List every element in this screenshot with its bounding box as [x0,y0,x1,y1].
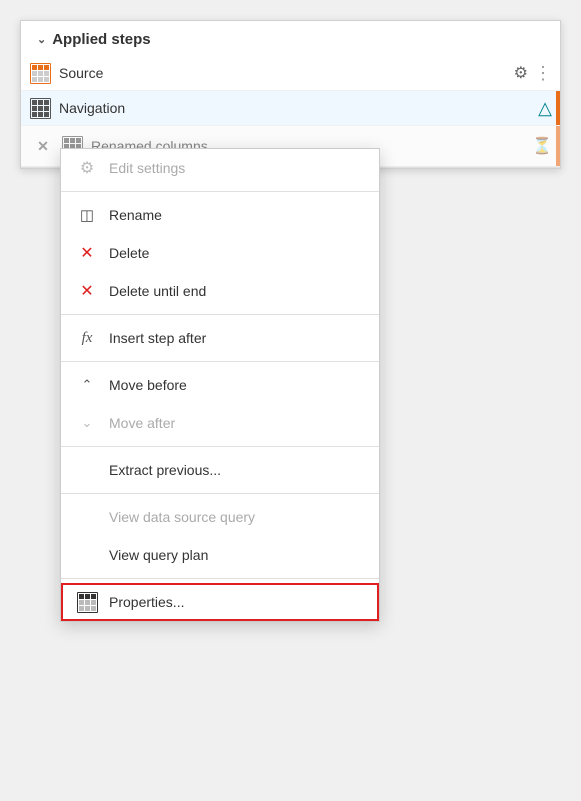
menu-item-move-after[interactable]: ⌄ Move after [61,404,379,442]
properties-label: Properties... [109,594,184,610]
renamed-border [556,126,560,166]
panel-title: Applied steps [52,31,150,48]
divider-1 [61,191,379,192]
rename-label: Rename [109,207,162,223]
step-item-navigation[interactable]: Navigation △ [21,91,560,126]
edit-settings-icon: ⚙ [77,158,97,178]
divider-6 [61,578,379,579]
source-cylinder-icon[interactable]: ⋮ [534,63,552,84]
view-data-source-query-icon [77,507,97,527]
delete-label: Delete [109,245,149,261]
source-step-icon [29,62,51,84]
source-gear-icon[interactable]: ⚙ [514,63,528,83]
menu-item-rename[interactable]: ◫ Rename [61,196,379,234]
source-step-actions: ⚙ ⋮ [514,63,552,84]
divider-4 [61,446,379,447]
move-after-icon: ⌄ [77,413,97,433]
extract-previous-label: Extract previous... [109,462,221,478]
menu-item-view-data-source-query[interactable]: View data source query [61,498,379,536]
divider-2 [61,314,379,315]
view-query-plan-icon [77,545,97,565]
menu-item-move-before[interactable]: ⌃ Move before [61,366,379,404]
insert-step-after-label: Insert step after [109,330,206,346]
view-data-source-query-label: View data source query [109,509,255,525]
extract-previous-icon [77,460,97,480]
menu-item-edit-settings[interactable]: ⚙ Edit settings [61,149,379,187]
edit-settings-label: Edit settings [109,160,185,176]
delete-until-end-icon: ✕ [77,281,97,301]
renamed-step-actions: ⏳ [532,136,552,156]
fx-icon: fx [77,328,97,348]
divider-3 [61,361,379,362]
menu-item-view-query-plan[interactable]: View query plan [61,536,379,574]
rename-icon: ◫ [77,205,97,225]
navigation-step-icon [29,97,51,119]
move-before-icon: ⌃ [77,375,97,395]
navigation-step-label: Navigation [59,100,538,116]
source-step-label: Source [59,65,514,81]
menu-item-properties[interactable]: Properties... [61,583,379,621]
delete-icon: ✕ [77,243,97,263]
context-menu: ⚙ Edit settings ◫ Rename ✕ Delete ✕ Dele… [60,148,380,622]
move-after-label: Move after [109,415,175,431]
collapse-icon[interactable]: ⌄ [37,33,46,46]
panel-header: ⌄ Applied steps [21,21,560,56]
menu-item-delete[interactable]: ✕ Delete [61,234,379,272]
move-before-label: Move before [109,377,187,393]
divider-5 [61,493,379,494]
navigation-border [556,91,560,125]
menu-item-insert-step-after[interactable]: fx Insert step after [61,319,379,357]
menu-item-extract-previous[interactable]: Extract previous... [61,451,379,489]
renamed-db-time-icon[interactable]: ⏳ [532,136,552,156]
step-item-source[interactable]: Source ⚙ ⋮ [21,56,560,91]
properties-icon [77,592,97,612]
renamed-close-button[interactable]: ✕ [29,132,57,160]
view-query-plan-label: View query plan [109,547,208,563]
navigation-step-actions: △ [538,98,552,119]
navigation-teal-icon[interactable]: △ [538,98,552,119]
delete-until-end-label: Delete until end [109,283,206,299]
applied-steps-panel: ⌄ Applied steps Source ⚙ ⋮ [20,20,561,169]
menu-item-delete-until-end[interactable]: ✕ Delete until end [61,272,379,310]
